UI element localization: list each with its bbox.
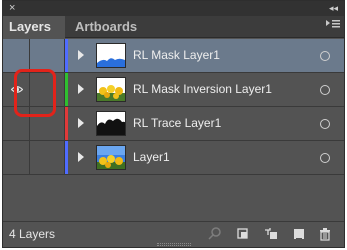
visibility-toggle[interactable] [3, 39, 30, 72]
tab-bar: Layers Artboards [3, 16, 344, 38]
expand-arrow-icon[interactable] [78, 84, 84, 94]
layer-thumbnail [96, 77, 126, 102]
layer-row[interactable]: Layer1 [3, 141, 344, 175]
target-circle-icon[interactable] [320, 85, 330, 95]
collapse-icon[interactable]: ◂◂ [329, 2, 338, 14]
tab-layers[interactable]: Layers [3, 16, 65, 38]
close-icon[interactable]: × [9, 2, 15, 14]
panel-menu-icon[interactable] [326, 16, 340, 38]
layer-name[interactable]: RL Trace Layer1 [133, 107, 221, 140]
layer-thumbnail [96, 43, 126, 68]
collect-for-export-icon[interactable] [235, 226, 251, 242]
layer-color-bar [65, 107, 68, 140]
panel-footer: 4 Layers [3, 221, 344, 247]
layers-panel: × ◂◂ Layers Artboards RL Mask Layer1 RL … [2, 0, 345, 248]
callout-highlight [14, 69, 56, 117]
resize-grip[interactable] [156, 243, 191, 246]
target-circle-icon[interactable] [320, 153, 330, 163]
layer-thumbnail [96, 145, 126, 170]
tab-artboards[interactable]: Artboards [69, 16, 143, 38]
visibility-toggle[interactable] [3, 141, 30, 174]
make-clipping-mask-icon[interactable] [263, 226, 279, 242]
layer-color-bar [65, 39, 68, 72]
layer-count: 4 Layers [9, 227, 56, 241]
panel-titlebar: × ◂◂ [3, 1, 344, 16]
layer-name[interactable]: Layer1 [133, 141, 170, 174]
expand-arrow-icon[interactable] [78, 118, 84, 128]
expand-arrow-icon[interactable] [78, 50, 84, 60]
layer-color-bar [65, 141, 68, 174]
expand-arrow-icon[interactable] [78, 152, 84, 162]
lock-toggle[interactable] [30, 39, 65, 72]
layer-color-bar [65, 73, 68, 106]
layer-name[interactable]: RL Mask Inversion Layer1 [133, 73, 272, 106]
new-layer-icon[interactable] [291, 226, 307, 242]
layer-name[interactable]: RL Mask Layer1 [133, 39, 220, 72]
lock-toggle[interactable] [30, 141, 65, 174]
layer-thumbnail [96, 111, 126, 136]
layer-row[interactable]: RL Mask Layer1 [3, 39, 344, 73]
search-icon[interactable] [207, 226, 223, 242]
delete-icon[interactable] [317, 226, 333, 242]
target-circle-icon[interactable] [320, 119, 330, 129]
target-circle-icon[interactable] [320, 51, 330, 61]
